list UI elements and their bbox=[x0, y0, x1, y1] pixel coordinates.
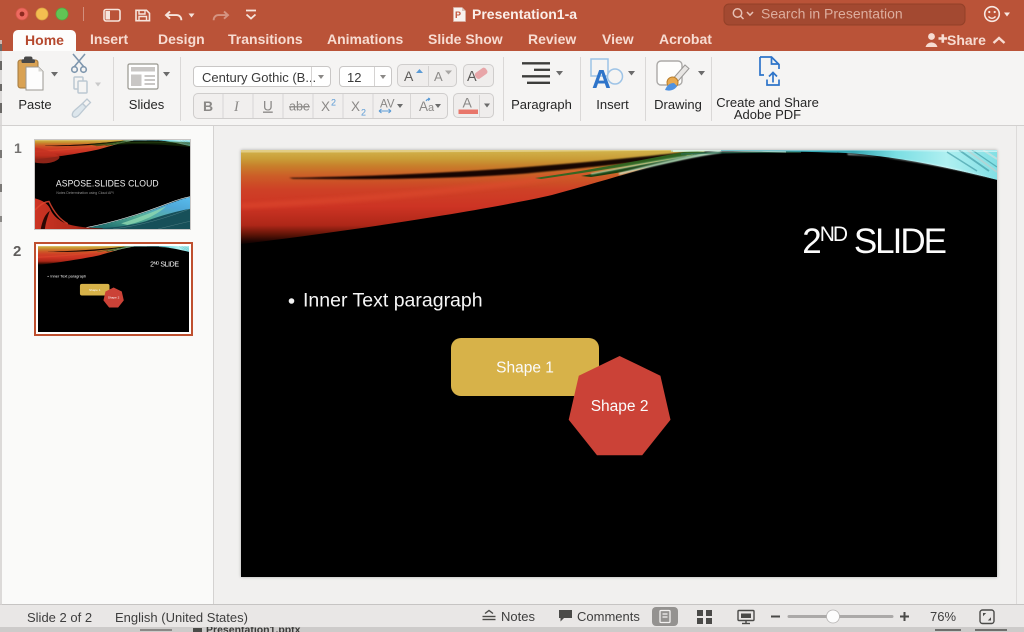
svg-text:2: 2 bbox=[331, 98, 336, 108]
svg-text:A: A bbox=[404, 68, 414, 84]
svg-text:Search in Presentation: Search in Presentation bbox=[761, 6, 903, 22]
svg-text:X: X bbox=[351, 99, 360, 114]
svg-text:U: U bbox=[263, 99, 273, 114]
svg-text:Share: Share bbox=[947, 32, 986, 48]
svg-text:a: a bbox=[428, 102, 435, 114]
svg-text:AV: AV bbox=[380, 99, 395, 111]
svg-text:76%: 76% bbox=[930, 609, 956, 624]
svg-text:X: X bbox=[321, 99, 330, 114]
svg-text:Notes: Notes bbox=[501, 609, 535, 624]
svg-text:A: A bbox=[463, 95, 473, 111]
svg-text:Presentation1-a: Presentation1-a bbox=[472, 6, 577, 22]
svg-text:A: A bbox=[434, 69, 443, 84]
svg-text:Comments: Comments bbox=[577, 609, 640, 624]
svg-text:abe: abe bbox=[289, 100, 310, 114]
svg-text:A: A bbox=[419, 99, 428, 114]
svg-text:2: 2 bbox=[361, 108, 366, 118]
svg-text:A: A bbox=[592, 64, 611, 94]
svg-text:P: P bbox=[455, 10, 461, 20]
svg-text:B: B bbox=[203, 98, 213, 114]
svg-text:A: A bbox=[467, 69, 477, 85]
svg-text:I: I bbox=[233, 99, 240, 115]
